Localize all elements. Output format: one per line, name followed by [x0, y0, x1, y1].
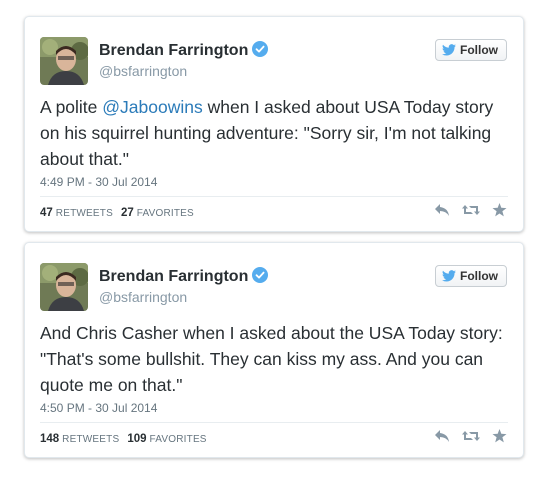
favorite-star-icon[interactable]	[492, 203, 507, 217]
follow-label: Follow	[460, 43, 498, 57]
verified-badge-icon	[252, 41, 269, 62]
mention-link[interactable]: @Jaboowins	[102, 97, 202, 117]
follow-label: Follow	[460, 269, 498, 283]
tweet-stats: 148 RETWEETS 109 FAVORITES	[40, 433, 207, 445]
timestamp[interactable]: 4:50 PM - 30 Jul 2014	[40, 401, 157, 415]
tweet-actions	[422, 429, 507, 443]
favorite-star-icon[interactable]	[492, 429, 507, 443]
twitter-bird-icon	[442, 270, 456, 282]
follow-button[interactable]: Follow	[435, 265, 507, 287]
divider	[40, 196, 508, 197]
avatar[interactable]	[40, 37, 88, 85]
user-handle[interactable]: @bsfarrington	[99, 63, 187, 79]
tweet-card: Brendan Farrington @bsfarrington Follow …	[24, 16, 524, 232]
favorite-count[interactable]: 109	[127, 433, 146, 445]
retweet-count[interactable]: 148	[40, 433, 59, 445]
retweet-icon[interactable]	[462, 429, 480, 443]
tweet-actions	[422, 203, 507, 217]
twitter-bird-icon	[442, 44, 456, 56]
tweet-stats: 47 RETWEETS 27 FAVORITES	[40, 207, 194, 219]
reply-icon[interactable]	[434, 429, 450, 443]
timestamp[interactable]: 4:49 PM - 30 Jul 2014	[40, 175, 157, 189]
reply-icon[interactable]	[434, 203, 450, 217]
retweet-icon[interactable]	[462, 203, 480, 217]
retweets-label[interactable]: RETWEETS	[62, 434, 119, 445]
display-name[interactable]: Brendan Farrington	[99, 267, 269, 288]
display-name[interactable]: Brendan Farrington	[99, 41, 269, 62]
favorite-count[interactable]: 27	[121, 207, 134, 219]
tweet-text-start: A polite	[40, 97, 103, 117]
favorites-label[interactable]: FAVORITES	[137, 208, 194, 219]
display-name-text[interactable]: Brendan Farrington	[99, 268, 248, 285]
tweet-card: Brendan Farrington @bsfarrington Follow …	[24, 242, 524, 458]
follow-button[interactable]: Follow	[435, 39, 507, 61]
display-name-text[interactable]: Brendan Farrington	[99, 42, 248, 59]
tweet-text: And Chris Casher when I asked about the …	[40, 323, 503, 395]
retweet-count[interactable]: 47	[40, 207, 53, 219]
verified-badge-icon	[252, 267, 269, 288]
divider	[40, 422, 508, 423]
user-handle[interactable]: @bsfarrington	[99, 289, 187, 305]
favorites-label[interactable]: FAVORITES	[150, 434, 207, 445]
tweet-text: A polite @Jaboowins when I asked about U…	[40, 94, 510, 172]
avatar[interactable]	[40, 263, 88, 311]
retweets-label[interactable]: RETWEETS	[56, 208, 113, 219]
